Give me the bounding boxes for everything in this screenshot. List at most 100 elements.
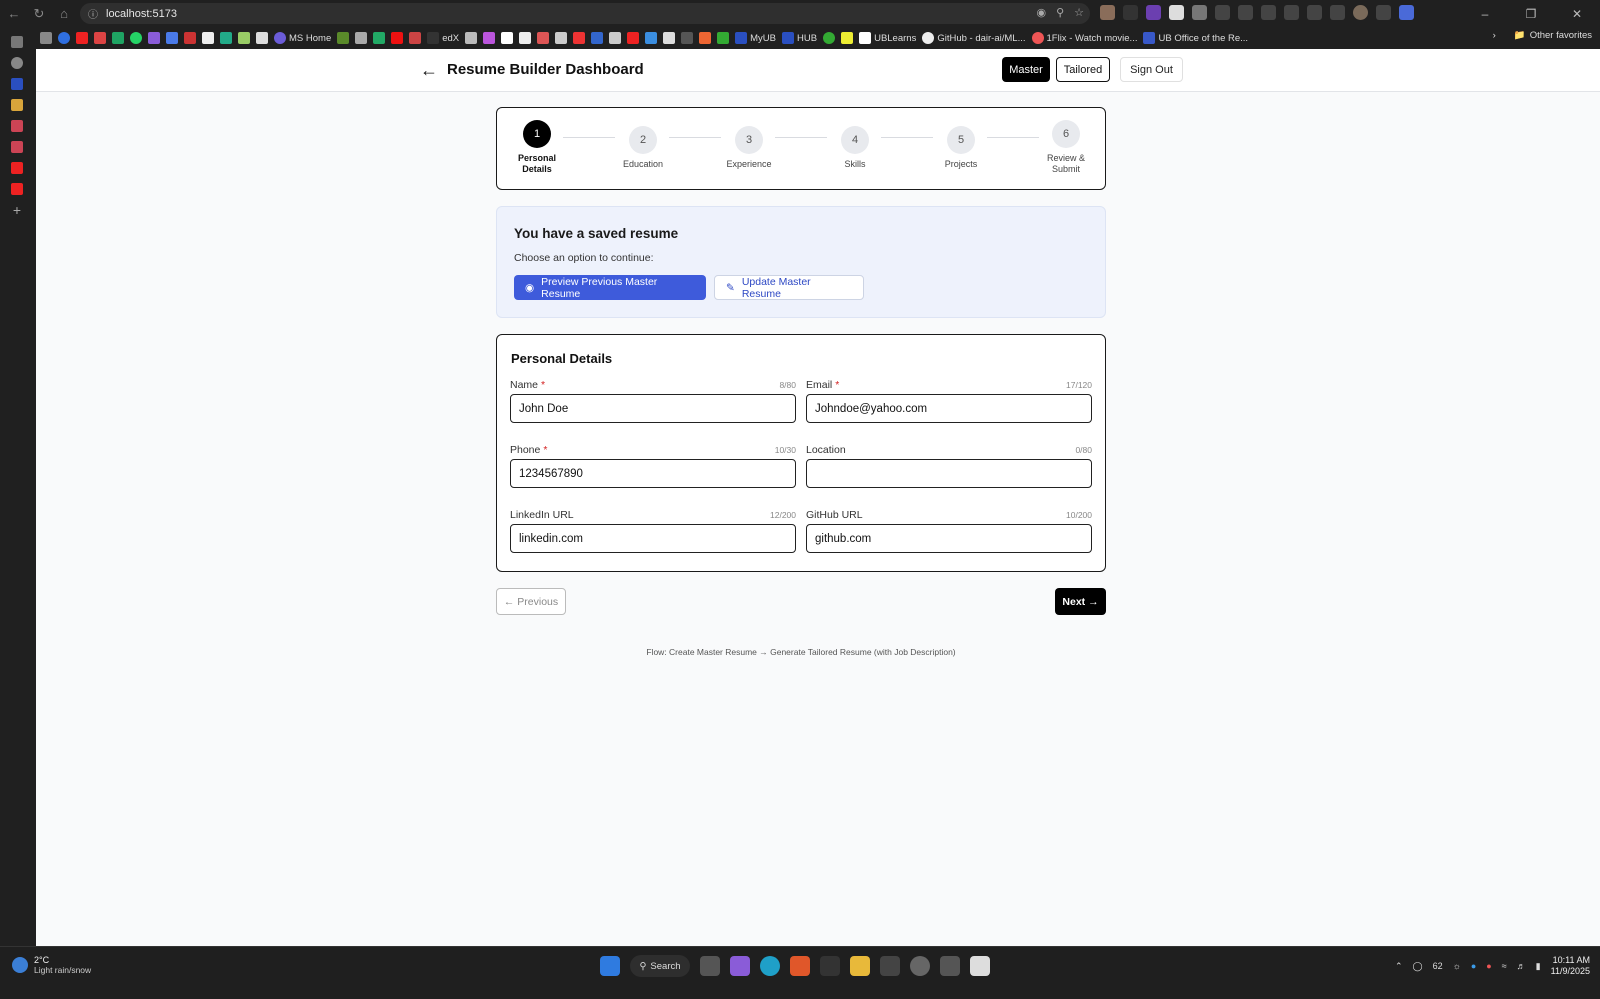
bookmark-item[interactable] [409, 29, 422, 47]
task-view-icon[interactable] [700, 956, 720, 976]
bookmark-hub[interactable]: HUB [782, 29, 817, 47]
bookmark-edx[interactable]: edX [427, 29, 459, 47]
bookmark-item[interactable] [130, 29, 142, 47]
volume-icon[interactable]: ♬ [1517, 961, 1526, 971]
chevron-right-icon[interactable]: › [1493, 30, 1496, 41]
step-skills[interactable]: 4 Skills [815, 126, 895, 170]
sign-out-button[interactable]: Sign Out [1120, 57, 1183, 82]
bookmark-item[interactable] [627, 29, 640, 47]
bookmark-item[interactable] [537, 29, 550, 47]
bookmark-item[interactable] [609, 29, 622, 47]
phone-input[interactable]: 1234567890 [510, 459, 796, 488]
previous-button[interactable]: ← Previous [496, 588, 566, 615]
extension-icon[interactable] [1192, 5, 1207, 20]
start-icon[interactable] [600, 956, 620, 976]
bookmark-item[interactable] [373, 29, 386, 47]
bookmark-item[interactable] [256, 29, 268, 47]
master-button[interactable]: Master [1002, 57, 1050, 82]
tab-icon[interactable] [11, 120, 23, 132]
linkedin-input[interactable]: linkedin.com [510, 524, 796, 553]
back-arrow-icon[interactable]: ← [420, 60, 438, 81]
refresh-icon[interactable]: ↻ [28, 3, 50, 25]
copilot-icon[interactable] [730, 956, 750, 976]
bookmark-ublearns[interactable]: UBLearns [859, 29, 916, 47]
bookmark-item[interactable] [645, 29, 658, 47]
bookmark-item[interactable] [355, 29, 368, 47]
bookmark-item[interactable] [220, 29, 232, 47]
bookmark-item[interactable] [337, 29, 350, 47]
split-icon[interactable] [1215, 5, 1230, 20]
tab-icon[interactable] [11, 78, 23, 90]
step-projects[interactable]: 5 Projects [921, 126, 1001, 170]
tab-icon[interactable] [11, 141, 23, 153]
email-input[interactable]: Johndoe@yahoo.com [806, 394, 1092, 423]
bookmark-item[interactable] [591, 29, 604, 47]
maximize-icon[interactable]: ❐ [1508, 0, 1554, 27]
preview-master-resume-button[interactable]: ◉ Preview Previous Master Resume [514, 275, 706, 300]
app-icon[interactable] [820, 956, 840, 976]
minimize-icon[interactable]: – [1462, 0, 1508, 27]
bookmark-item[interactable] [148, 29, 160, 47]
next-button[interactable]: Next → [1055, 588, 1106, 615]
tabs-icon[interactable] [11, 36, 23, 48]
tracking-icon[interactable]: ◉ [1036, 6, 1046, 19]
add-icon[interactable]: + [11, 203, 23, 217]
bookmark-item[interactable] [184, 29, 196, 47]
bookmark-item[interactable] [823, 29, 836, 47]
brave-icon[interactable] [790, 956, 810, 976]
address-bar[interactable]: ⓘ localhost:5173 ◉ ⚲ ☆ [80, 3, 1090, 24]
history-icon[interactable] [1284, 5, 1299, 20]
battery-icon[interactable]: ▮ [1536, 961, 1541, 972]
star-icon[interactable]: ☆ [1074, 6, 1084, 19]
extension-icon[interactable] [1146, 5, 1161, 20]
step-review-submit[interactable]: 6 Review & Submit [1026, 120, 1106, 175]
location-input[interactable] [806, 459, 1092, 488]
extension-icon[interactable] [1100, 5, 1115, 20]
bookmark-item[interactable] [483, 29, 496, 47]
name-input[interactable]: John Doe [510, 394, 796, 423]
tab-icon[interactable] [11, 99, 23, 111]
back-icon[interactable]: ← [3, 3, 25, 25]
bookmark-item[interactable] [58, 29, 70, 47]
bookmark-item[interactable] [841, 29, 854, 47]
microphone-icon[interactable]: ● [1486, 961, 1491, 971]
home-icon[interactable]: ⌂ [53, 3, 75, 25]
bookmark-icon[interactable] [1169, 5, 1184, 20]
bookmark-item[interactable] [112, 29, 124, 47]
step-education[interactable]: 2 Education [603, 126, 683, 170]
step-experience[interactable]: 3 Experience [709, 126, 789, 170]
app-icon[interactable] [970, 956, 990, 976]
step-personal-details[interactable]: 1 Personal Details [497, 120, 577, 175]
youtube-icon[interactable] [11, 162, 23, 174]
edge-icon[interactable] [760, 956, 780, 976]
taskbar-search[interactable]: ⚲ Search [630, 955, 690, 977]
extension-icon[interactable] [1123, 5, 1138, 20]
bookmark-item[interactable] [94, 29, 106, 47]
tailored-button[interactable]: Tailored [1056, 57, 1110, 82]
terminal-icon[interactable] [880, 956, 900, 976]
more-icon[interactable] [1376, 5, 1391, 20]
site-info-icon[interactable]: ⓘ [88, 6, 98, 21]
clock[interactable]: 10:11 AM 11/9/2025 [1551, 955, 1590, 977]
bookmark-item[interactable] [699, 29, 712, 47]
youtube-icon[interactable] [11, 183, 23, 195]
other-favorites[interactable]: › 📁 Other favorites [1493, 30, 1592, 41]
file-explorer-icon[interactable] [850, 956, 870, 976]
github-icon[interactable] [11, 57, 23, 69]
bookmark-item[interactable] [238, 29, 250, 47]
app-icon[interactable] [940, 956, 960, 976]
bookmark-ub-office[interactable]: UB Office of the Re... [1143, 29, 1248, 47]
bookmark-item[interactable] [555, 29, 568, 47]
app-tray-icon[interactable]: ● [1471, 961, 1476, 971]
bookmark-github[interactable]: GitHub - dair-ai/ML... [922, 29, 1026, 47]
bookmark-item[interactable] [681, 29, 694, 47]
bookmark-item[interactable] [717, 29, 730, 47]
bookmark-ms-home[interactable]: MS Home [274, 29, 331, 47]
close-icon[interactable]: ✕ [1554, 0, 1600, 27]
bookmark-item[interactable] [391, 29, 404, 47]
copilot-icon[interactable] [1399, 5, 1414, 20]
favorites-icon[interactable] [1238, 5, 1253, 20]
brightness-icon[interactable]: ☼ [1453, 961, 1461, 971]
chevron-up-icon[interactable]: ⌃ [1395, 961, 1403, 972]
key-icon[interactable]: ⚲ [1056, 6, 1064, 19]
